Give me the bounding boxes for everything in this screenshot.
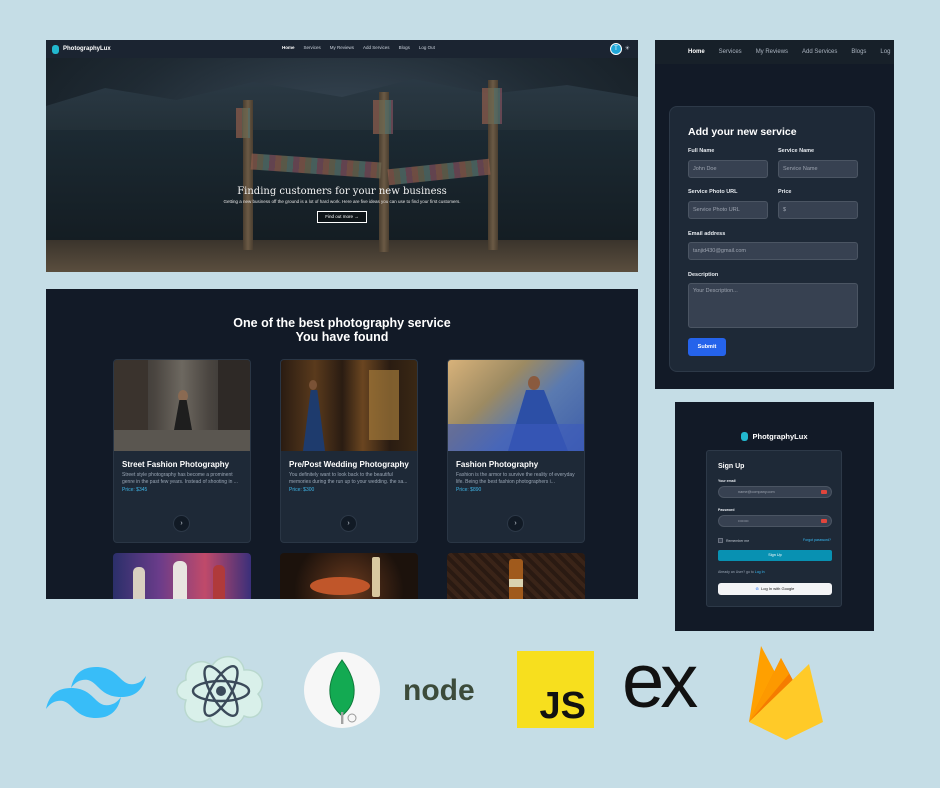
price-label: Price <box>778 189 792 195</box>
services-screenshot: One of the best photography service You … <box>46 289 638 599</box>
express-icon: ex <box>622 644 722 720</box>
node-wordmark: node <box>403 674 475 707</box>
service-card-image[interactable] <box>447 553 585 599</box>
signup-title: Sign Up <box>718 463 745 470</box>
nav-home[interactable]: Home <box>282 45 295 50</box>
nav-log-out[interactable]: Log Out <box>419 45 435 50</box>
nav-log[interactable]: Log <box>880 49 890 55</box>
service-card[interactable]: Street Fashion Photography Street style … <box>113 359 251 543</box>
form-title: Add your new service <box>688 126 797 138</box>
service-card-image <box>114 360 250 451</box>
forgot-password-link[interactable]: Forgot password? <box>803 538 831 542</box>
service-name-label: Service Name <box>778 148 815 154</box>
autofill-key-icon[interactable] <box>821 519 827 523</box>
photo-url-input[interactable]: Service Photo URL <box>688 201 768 219</box>
service-name-input[interactable]: Service Name <box>778 160 858 178</box>
firebase-icon <box>749 646 823 740</box>
nav-home[interactable]: Home <box>688 49 705 55</box>
avatar[interactable]: T <box>610 43 622 55</box>
brand-name: PhotgraphyLux <box>752 432 808 441</box>
service-card-price: Price: $345 <box>122 487 148 493</box>
login-prompt: Already an User? go to Log In <box>718 570 765 574</box>
js-wordmark: JS <box>539 685 586 727</box>
email-input[interactable]: name@company.com <box>718 486 832 498</box>
service-card-image <box>281 360 417 451</box>
nav-blogs[interactable]: Blogs <box>399 45 410 50</box>
google-login-label: Log In with Google <box>761 586 795 591</box>
email-label: Your email <box>718 479 736 483</box>
full-name-label: Full Name <box>688 148 715 154</box>
camera-logo-icon <box>52 44 59 54</box>
remember-label: Remember me <box>726 538 750 543</box>
mongodb-icon <box>304 652 380 728</box>
javascript-icon: JS <box>517 651 594 728</box>
hero-title: Finding customers for your new business <box>237 186 447 197</box>
nav-services[interactable]: Services <box>304 45 321 50</box>
service-card[interactable]: Fashion Photography Fashion is the armor… <box>447 359 585 543</box>
service-card-image[interactable] <box>113 553 251 599</box>
hero-screenshot: PhotographyLux Home Services My Reviews … <box>46 40 638 272</box>
add-service-navbar: Home Services My Reviews Add Services Bl… <box>655 40 894 64</box>
nav-add-services[interactable]: Add Services <box>363 45 390 50</box>
google-login-button[interactable]: G Log In with Google <box>718 583 832 595</box>
node-icon: node <box>403 672 498 712</box>
remember-me[interactable]: Remember me <box>718 538 749 543</box>
remember-checkbox[interactable] <box>718 538 723 543</box>
tailwind-icon <box>46 667 146 718</box>
hero-nav-links: Home Services My Reviews Add Services Bl… <box>282 45 435 50</box>
service-card-image[interactable] <box>280 553 418 599</box>
login-link[interactable]: Log In <box>755 570 765 574</box>
description-textarea[interactable]: Your Description... <box>688 283 858 328</box>
service-card-description: You definitely want to look back to the … <box>289 472 408 485</box>
nav-add-services[interactable]: Add Services <box>802 49 837 55</box>
chevron-right-icon[interactable]: › <box>173 515 190 532</box>
hero-navbar: PhotographyLux Home Services My Reviews … <box>46 40 638 58</box>
service-card-description: Fashion is the armor to survive the real… <box>456 472 575 485</box>
brand-name: PhotographyLux <box>63 46 111 52</box>
chevron-right-icon[interactable]: › <box>340 515 357 532</box>
password-label: Password <box>718 508 735 512</box>
add-service-screenshot: Home Services My Reviews Add Services Bl… <box>655 40 894 389</box>
service-card-image <box>448 360 584 451</box>
description-label: Description <box>688 272 719 278</box>
service-card-price: Price: $300 <box>289 487 315 493</box>
password-placeholder: •••••••• <box>738 519 749 523</box>
service-card-title: Pre/Post Wedding Photography <box>289 460 409 469</box>
react-icon <box>176 656 264 728</box>
add-service-form: Add your new service Full Name John Doe … <box>669 106 875 372</box>
sign-up-button[interactable]: Sign Up <box>718 550 832 561</box>
chevron-right-icon[interactable]: › <box>507 515 524 532</box>
service-card-title: Fashion Photography <box>456 460 539 469</box>
password-input[interactable]: •••••••• <box>718 515 832 527</box>
nav-blogs[interactable]: Blogs <box>851 49 866 55</box>
photo-url-label: Service Photo URL <box>688 189 738 195</box>
submit-button[interactable]: Submit <box>688 338 726 356</box>
email-placeholder: name@company.com <box>738 490 775 494</box>
services-heading-line2: You have found <box>295 330 389 344</box>
find-out-more-button[interactable]: Find out more → <box>317 211 367 223</box>
autofill-key-icon[interactable] <box>821 490 827 494</box>
services-heading-line1: One of the best photography service <box>233 316 451 330</box>
email-label: Email address <box>688 231 726 237</box>
camera-logo-icon <box>741 432 749 441</box>
brand[interactable]: PhotographyLux <box>52 44 111 54</box>
signup-form: Sign Up Your email name@company.com Pass… <box>706 450 842 607</box>
login-prompt-text: Already an User? go to <box>718 570 755 574</box>
service-card-title: Street Fashion Photography <box>122 460 230 469</box>
price-input[interactable]: $ <box>778 201 858 219</box>
signup-screenshot: PhotgraphyLux Sign Up Your email name@co… <box>675 402 874 631</box>
email-input[interactable]: tanjid430@gmail.com <box>688 242 858 260</box>
service-card-description: Street style photography has become a pr… <box>122 472 238 485</box>
service-card-price: Price: $890 <box>456 487 482 493</box>
nav-services[interactable]: Services <box>719 49 742 55</box>
nav-my-reviews[interactable]: My Reviews <box>756 49 788 55</box>
signup-brand[interactable]: PhotgraphyLux <box>675 432 874 441</box>
express-wordmark: ex <box>622 639 698 724</box>
theme-toggle-icon[interactable]: ☀ <box>625 45 630 52</box>
hero-subtitle: Getting a new business off the ground is… <box>223 199 461 204</box>
google-icon: G <box>755 586 759 591</box>
full-name-input[interactable]: John Doe <box>688 160 768 178</box>
nav-my-reviews[interactable]: My Reviews <box>330 45 354 50</box>
service-card[interactable]: Pre/Post Wedding Photography You definit… <box>280 359 418 543</box>
